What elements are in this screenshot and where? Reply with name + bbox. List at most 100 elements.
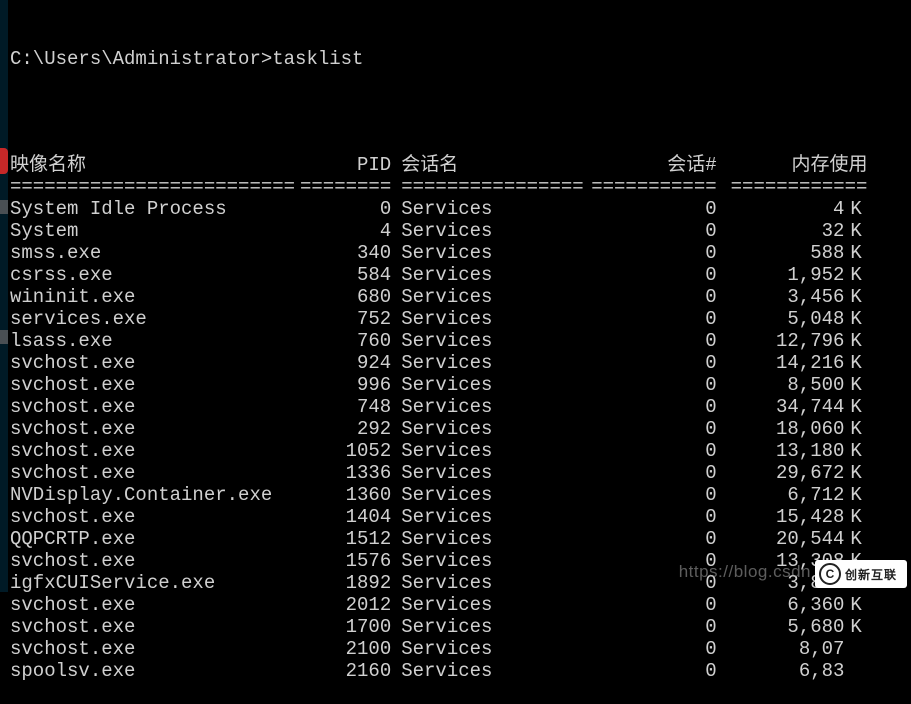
cell-image-name: wininit.exe: [10, 286, 300, 308]
cell-memory-unit: K: [850, 440, 873, 462]
cell-session: Services: [401, 506, 591, 528]
cell-image-name: svchost.exe: [10, 352, 300, 374]
cell-memory: 8,07: [731, 638, 851, 660]
cell-session-num: 0: [591, 440, 730, 462]
cell-memory: 14,216: [731, 352, 851, 374]
table-row: svchost.exe292Services018,060K: [10, 418, 873, 440]
cell-memory-unit: K: [850, 418, 873, 440]
cell-session-num: 0: [591, 616, 730, 638]
header-session: 会话名: [401, 154, 591, 176]
cell-image-name: svchost.exe: [10, 638, 300, 660]
cell-pid: 924: [300, 352, 401, 374]
cell-session-num: 0: [591, 462, 730, 484]
cell-session: Services: [401, 308, 591, 330]
cell-image-name: svchost.exe: [10, 462, 300, 484]
cell-image-name: spoolsv.exe: [10, 660, 300, 682]
cell-session: Services: [401, 660, 591, 682]
cell-memory-unit: K: [850, 198, 873, 220]
cell-image-name: smss.exe: [10, 242, 300, 264]
cell-pid: 292: [300, 418, 401, 440]
terminal-output[interactable]: C:\Users\Administrator>tasklist 映像名称 PID…: [0, 0, 911, 704]
cell-memory: 5,680: [731, 616, 851, 638]
cell-session-num: 0: [591, 242, 730, 264]
cell-memory: 29,672: [731, 462, 851, 484]
cell-memory: 12,796: [731, 330, 851, 352]
cell-session: Services: [401, 484, 591, 506]
cell-memory: 6,712: [731, 484, 851, 506]
cell-pid: 1700: [300, 616, 401, 638]
cell-session: Services: [401, 264, 591, 286]
cell-memory-unit: K: [850, 616, 873, 638]
cell-memory: 6,83: [731, 660, 851, 682]
cell-image-name: igfxCUIService.exe: [10, 572, 300, 594]
cell-pid: 1404: [300, 506, 401, 528]
cell-session-num: 0: [591, 286, 730, 308]
cell-pid: 752: [300, 308, 401, 330]
cell-pid: 748: [300, 396, 401, 418]
cell-session: Services: [401, 352, 591, 374]
watermark-logo: C 创新互联: [815, 560, 907, 588]
cell-session-num: 0: [591, 352, 730, 374]
cell-pid: 1360: [300, 484, 401, 506]
cell-pid: 2012: [300, 594, 401, 616]
command-prompt: C:\Users\Administrator>tasklist: [10, 48, 911, 70]
header-session-num: 会话#: [591, 154, 730, 176]
cell-memory: 8,500: [731, 374, 851, 396]
table-row: wininit.exe680Services03,456K: [10, 286, 873, 308]
cell-session: Services: [401, 528, 591, 550]
cell-image-name: System Idle Process: [10, 198, 300, 220]
cell-memory-unit: K: [850, 308, 873, 330]
table-row: svchost.exe2100Services08,07: [10, 638, 873, 660]
cell-memory: 32: [731, 220, 851, 242]
cell-session: Services: [401, 638, 591, 660]
table-row: System4Services032K: [10, 220, 873, 242]
cell-pid: 4: [300, 220, 401, 242]
cell-session-num: 0: [591, 374, 730, 396]
tasklist-table: 映像名称 PID 会话名 会话# 内存使用 ==================…: [10, 154, 873, 682]
header-pid: PID: [300, 154, 401, 176]
cell-session: Services: [401, 418, 591, 440]
tab-marker-red-icon: [0, 148, 8, 174]
table-header-row: 映像名称 PID 会话名 会话# 内存使用: [10, 154, 873, 176]
cell-session: Services: [401, 616, 591, 638]
cell-memory-unit: K: [850, 462, 873, 484]
cell-session-num: 0: [591, 308, 730, 330]
cell-memory: 4: [731, 198, 851, 220]
cell-session: Services: [401, 330, 591, 352]
cell-pid: 1336: [300, 462, 401, 484]
cell-memory-unit: K: [850, 352, 873, 374]
cell-pid: 584: [300, 264, 401, 286]
cell-image-name: NVDisplay.Container.exe: [10, 484, 300, 506]
cell-memory: 20,544: [731, 528, 851, 550]
cell-memory-unit: K: [850, 594, 873, 616]
cell-pid: 2100: [300, 638, 401, 660]
watermark-url: https://blog.csdn: [679, 562, 811, 582]
cell-image-name: services.exe: [10, 308, 300, 330]
cell-session-num: 0: [591, 594, 730, 616]
cell-memory-unit: K: [850, 242, 873, 264]
cell-pid: 1892: [300, 572, 401, 594]
cell-memory-unit: [850, 660, 873, 682]
left-edge-band: [0, 0, 8, 592]
cell-image-name: svchost.exe: [10, 396, 300, 418]
cell-session-num: 0: [591, 506, 730, 528]
cell-memory-unit: K: [850, 374, 873, 396]
cell-memory-unit: K: [850, 286, 873, 308]
cell-image-name: System: [10, 220, 300, 242]
cell-session: Services: [401, 198, 591, 220]
cell-session-num: 0: [591, 220, 730, 242]
cell-image-name: csrss.exe: [10, 264, 300, 286]
cell-image-name: svchost.exe: [10, 550, 300, 572]
cell-session: Services: [401, 374, 591, 396]
cell-pid: 1576: [300, 550, 401, 572]
table-row: smss.exe340Services0588K: [10, 242, 873, 264]
cell-image-name: svchost.exe: [10, 594, 300, 616]
cell-session-num: 0: [591, 330, 730, 352]
table-row: svchost.exe2012Services06,360K: [10, 594, 873, 616]
tab-marker-gray-icon: [0, 330, 8, 344]
cell-memory-unit: [850, 638, 873, 660]
cell-image-name: svchost.exe: [10, 374, 300, 396]
cell-memory: 6,360: [731, 594, 851, 616]
cell-memory: 18,060: [731, 418, 851, 440]
cell-pid: 340: [300, 242, 401, 264]
